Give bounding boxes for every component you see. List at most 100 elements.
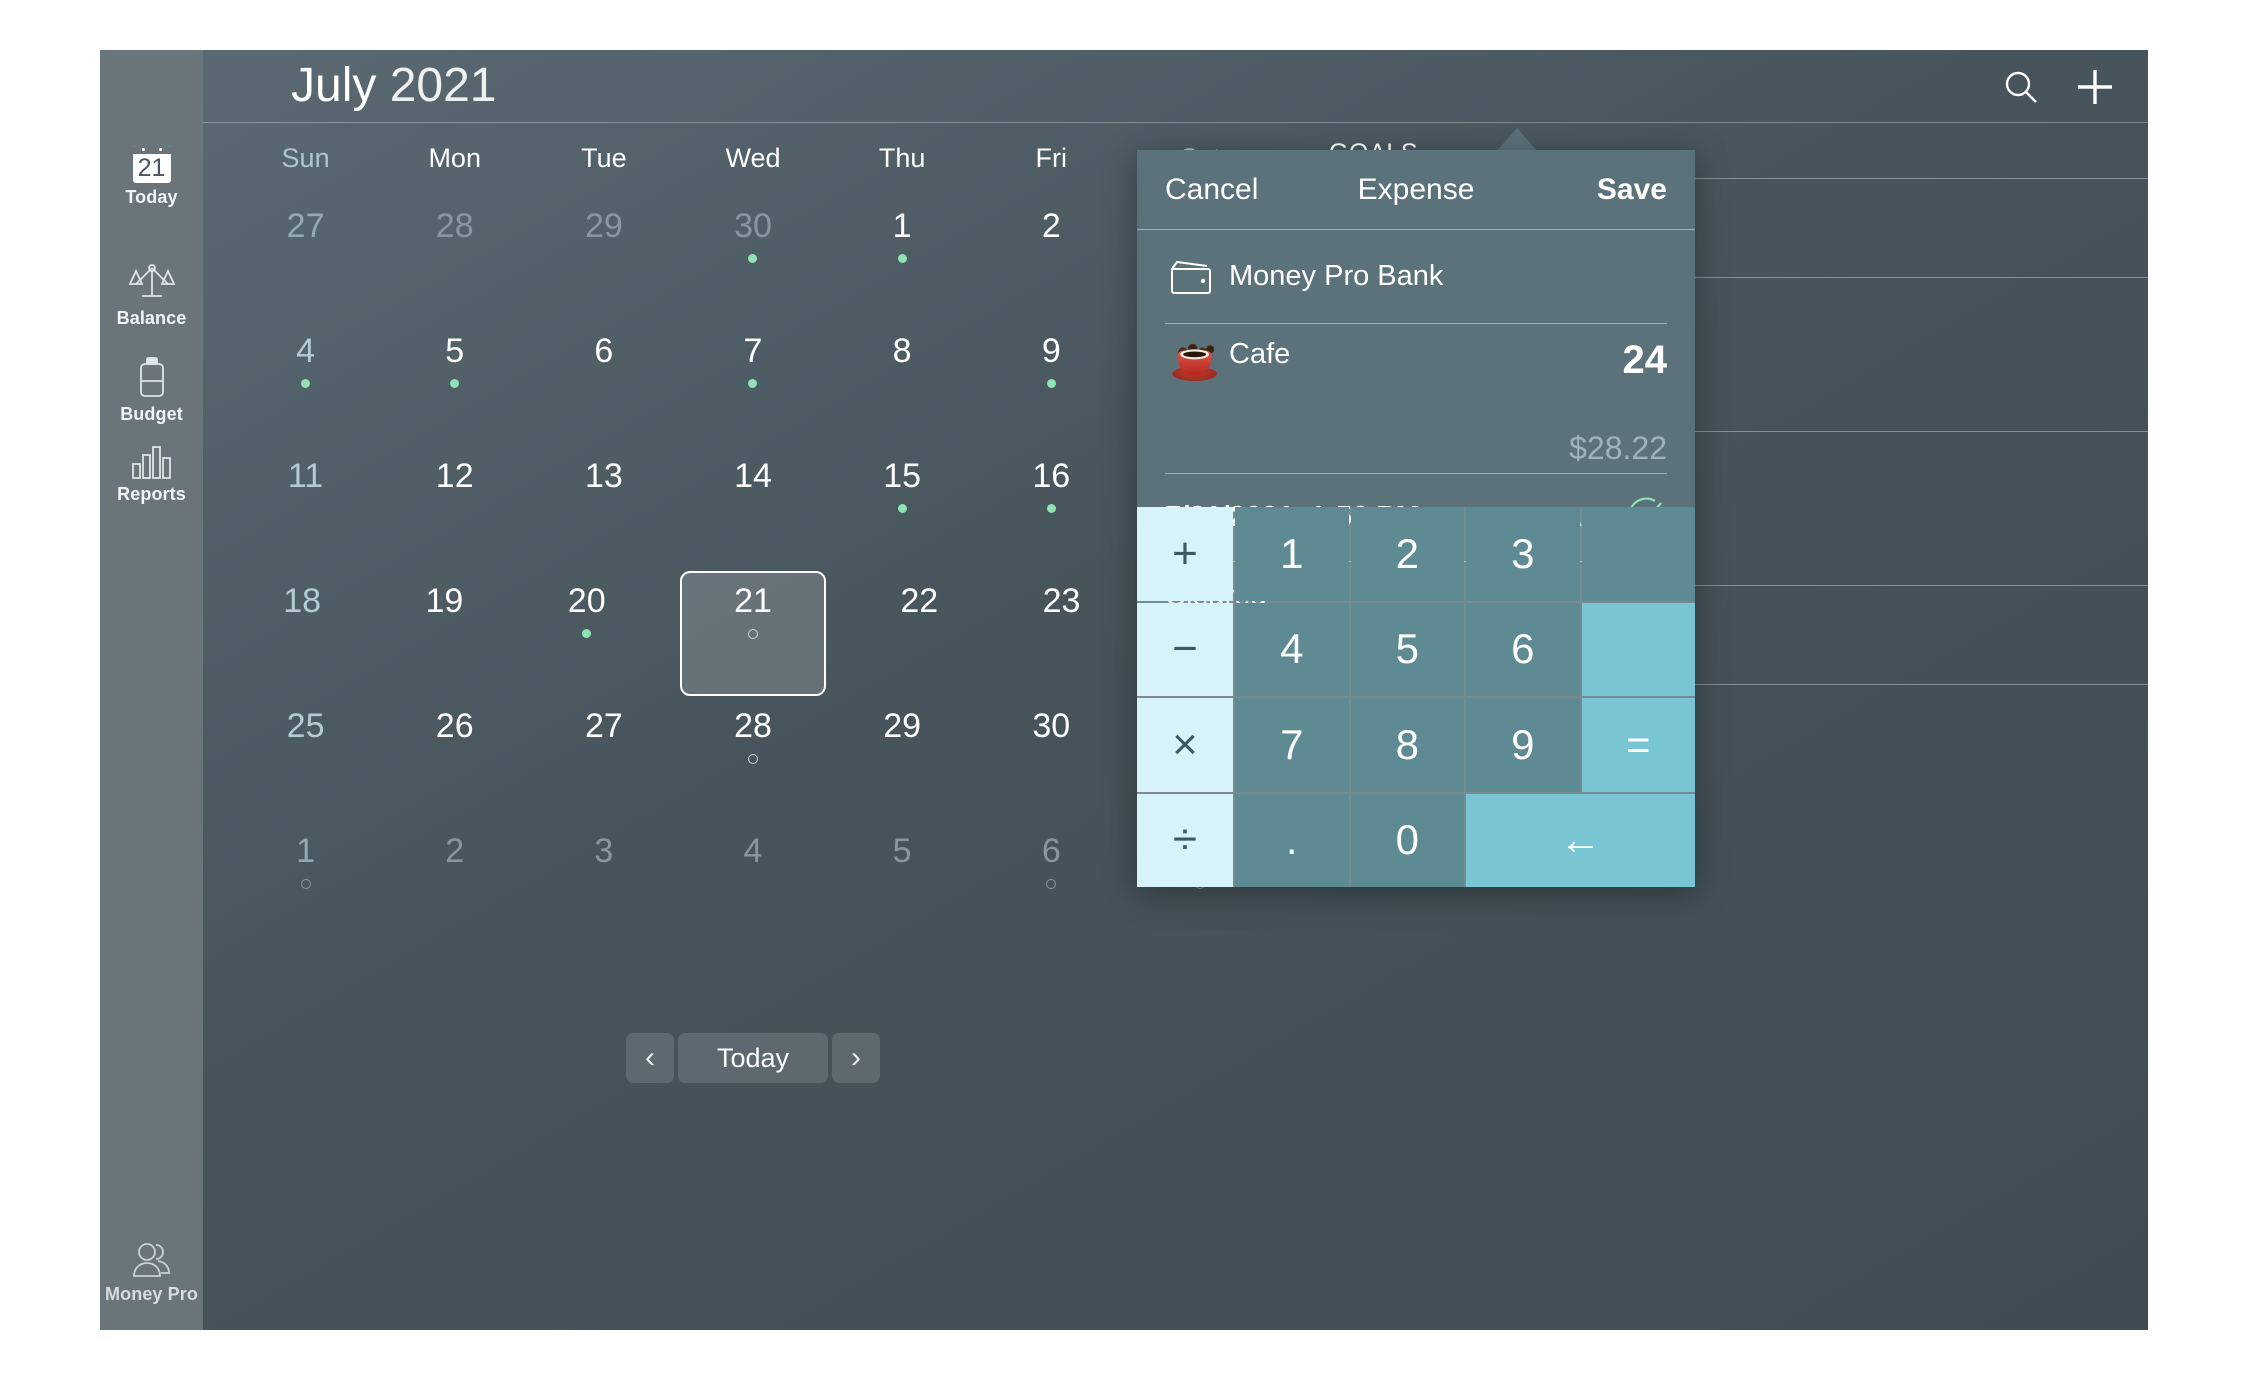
calendar-day-cell[interactable]: 11 xyxy=(231,446,380,571)
calendar-day-cell[interactable]: 27 xyxy=(231,196,380,321)
account-field[interactable]: Money Pro Bank xyxy=(1165,230,1667,324)
key-5[interactable]: 5 xyxy=(1350,602,1464,696)
calendar-day-number: 1 xyxy=(296,832,316,870)
calendar-day-cell[interactable]: 5 xyxy=(828,821,977,946)
calendar-day-cell[interactable]: 12 xyxy=(380,446,529,571)
calendar-day-number: 8 xyxy=(892,332,912,370)
category-amount-field[interactable]: Cafe 24 $28.22 xyxy=(1165,324,1667,474)
page-title: July 2021 xyxy=(291,58,496,113)
weekday-sun: Sun xyxy=(281,143,330,173)
search-button[interactable] xyxy=(2002,68,2040,111)
sidebar-item-balance[interactable]: Balance xyxy=(100,262,203,329)
key-7[interactable]: 7 xyxy=(1235,698,1349,792)
popup-header: Cancel Expense Save xyxy=(1137,150,1695,230)
key-equals[interactable]: = xyxy=(1581,698,1695,792)
calendar-day-cell[interactable]: 9 xyxy=(977,321,1126,446)
calendar-day-cell[interactable]: 19 xyxy=(373,571,515,696)
calendar-day-cell[interactable]: 1 xyxy=(828,196,977,321)
key-6[interactable]: 6 xyxy=(1466,602,1580,696)
sidebar-item-label-reports: Reports xyxy=(117,484,186,504)
key-multiply[interactable]: × xyxy=(1137,698,1233,792)
next-month-button[interactable]: › xyxy=(832,1033,880,1083)
key-4[interactable]: 4 xyxy=(1235,602,1349,696)
calendar-day-cell[interactable]: 2 xyxy=(977,196,1126,321)
sidebar-item-reports[interactable]: Reports xyxy=(100,442,203,505)
calendar-day-cell[interactable]: 29 xyxy=(828,696,977,821)
sidebar-item-label-today: Today xyxy=(125,187,178,207)
calendar-week-row: 45678910 xyxy=(231,321,1275,446)
prev-month-button[interactable]: ‹ xyxy=(626,1033,674,1083)
key-blank-top-right[interactable] xyxy=(1581,507,1695,601)
calendar-day-number: 20 xyxy=(567,582,606,620)
key-9[interactable]: 9 xyxy=(1466,698,1580,792)
calendar-day-number: 28 xyxy=(734,707,772,745)
calendar-week-row: 1234567 xyxy=(231,821,1275,946)
calendar-day-cell[interactable]: 14 xyxy=(678,446,827,571)
calendar-day-cell[interactable]: 4 xyxy=(678,821,827,946)
calendar-day-cell[interactable]: 2 xyxy=(380,821,529,946)
calendar-day-number: 9 xyxy=(1041,332,1061,370)
calendar-day-cell[interactable]: 1 xyxy=(231,821,380,946)
calendar-day-cell[interactable]: 29 xyxy=(529,196,678,321)
calendar-day-cell[interactable]: 6 xyxy=(977,821,1126,946)
money-pro-window: 21 Today Balance Budget Reports Money Pr… xyxy=(100,50,2148,1330)
key-backspace[interactable]: ← xyxy=(1466,793,1695,887)
calendar-day-cell[interactable]: 30 xyxy=(678,196,827,321)
calendar-day-cell[interactable]: 30 xyxy=(977,696,1126,821)
calendar-day-number: 28 xyxy=(435,207,474,245)
calendar-day-number: 29 xyxy=(883,707,922,745)
key-equals-upper[interactable] xyxy=(1581,602,1695,696)
transaction-dot-marker xyxy=(450,379,460,388)
plus-icon xyxy=(2078,70,2112,104)
calendar-day-number: 30 xyxy=(1032,707,1071,745)
sidebar-item-today[interactable]: 21 Today xyxy=(100,145,203,208)
page-title-year: 2021 xyxy=(389,59,497,112)
calendar-day-cell[interactable]: 13 xyxy=(529,446,678,571)
key-1[interactable]: 1 xyxy=(1235,507,1349,601)
calendar-day-cell[interactable]: 6 xyxy=(529,321,678,446)
add-transaction-button[interactable] xyxy=(2072,64,2118,115)
key-8[interactable]: 8 xyxy=(1350,698,1464,792)
sidebar-item-money-pro[interactable]: Money Pro xyxy=(100,1240,203,1305)
planned-ring-marker xyxy=(747,754,758,764)
search-icon xyxy=(2005,71,2037,103)
transaction-dot-marker xyxy=(301,379,311,388)
key-decimal[interactable]: . xyxy=(1235,793,1349,887)
sidebar-item-budget[interactable]: Budget xyxy=(100,356,203,425)
calendar-day-number: 16 xyxy=(1032,457,1071,495)
calendar-day-cell[interactable]: 18 xyxy=(231,571,373,696)
calendar-week-row: 25262728293031 xyxy=(231,696,1275,821)
category-label: Cafe xyxy=(1229,338,1291,370)
calendar-day-cell[interactable]: 7 xyxy=(678,321,827,446)
calendar-day-cell[interactable]: 26 xyxy=(380,696,529,821)
calendar-day-cell[interactable]: 4 xyxy=(231,321,380,446)
key-divide[interactable]: ÷ xyxy=(1137,793,1233,887)
calendar-day-cell[interactable]: 20 xyxy=(516,571,658,696)
calendar-day-number: 25 xyxy=(286,707,325,745)
calendar-day-cell[interactable]: 5 xyxy=(380,321,529,446)
key-2[interactable]: 2 xyxy=(1350,507,1464,601)
calendar-day-cell[interactable]: 3 xyxy=(529,821,678,946)
today-button[interactable]: Today xyxy=(678,1033,828,1083)
calendar-day-cell[interactable]: 27 xyxy=(529,696,678,821)
amount-converted: $28.22 xyxy=(1569,430,1667,466)
calendar-day-cell[interactable]: 28 xyxy=(678,696,827,821)
calendar-day-cell[interactable]: 22 xyxy=(848,571,990,696)
calendar-day-cell[interactable]: 15 xyxy=(828,446,977,571)
calendar-day-cell[interactable]: 23 xyxy=(990,571,1132,696)
calendar-day-cell[interactable]: 8 xyxy=(828,321,977,446)
calendar-day-cell[interactable]: 28 xyxy=(380,196,529,321)
weekday-fri: Fri xyxy=(1035,143,1068,173)
calendar-day-number: 15 xyxy=(883,457,922,495)
calendar-day-cell[interactable]: 25 xyxy=(231,696,380,821)
key-plus[interactable]: + xyxy=(1137,507,1233,601)
save-button[interactable]: Save xyxy=(1597,173,1667,207)
sidebar: 21 Today Balance Budget Reports Money Pr… xyxy=(100,50,203,1330)
key-3[interactable]: 3 xyxy=(1466,507,1580,601)
transaction-dot-marker xyxy=(582,629,592,638)
key-minus[interactable]: − xyxy=(1137,602,1233,696)
calendar-day-cell[interactable]: 16 xyxy=(977,446,1126,571)
calendar-day-cell[interactable]: 21 xyxy=(679,571,827,696)
key-0[interactable]: 0 xyxy=(1350,793,1464,887)
expense-editor-popup: Cancel Expense Save Money Pro Bank Cafe … xyxy=(1137,150,1695,887)
